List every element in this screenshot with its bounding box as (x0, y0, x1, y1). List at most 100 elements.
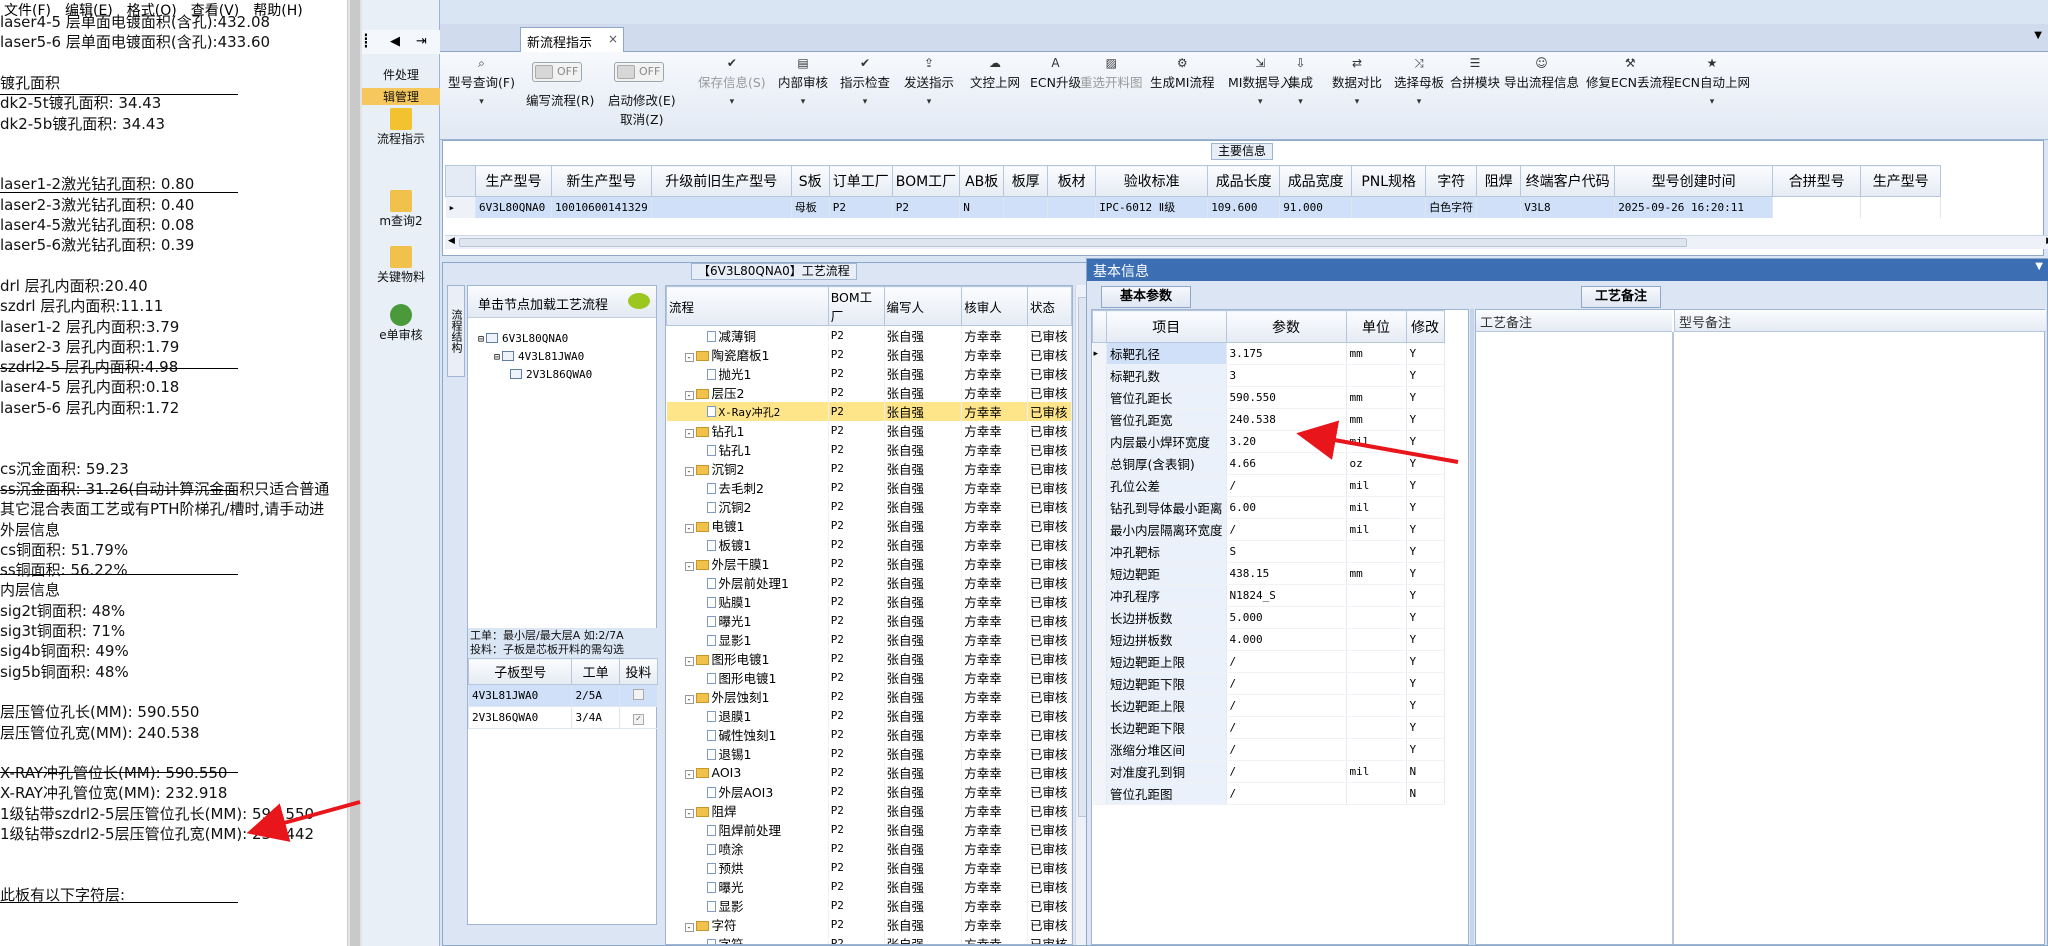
collapse-icon[interactable]: - (684, 467, 694, 476)
table-row[interactable]: - 钻孔1 P2 张自强 方幸幸 已审核 (666, 421, 1072, 440)
table-row[interactable]: 冲孔程序 N1824_S Y (1092, 584, 1445, 607)
param-value-cell[interactable]: / (1226, 782, 1347, 805)
toolbar-button[interactable]: ⤨ 选择母板 ▾ (1394, 56, 1444, 107)
status-cell[interactable]: 已审核 (1027, 611, 1072, 630)
sub-model-cell[interactable]: 2V3L86QWA0 (467, 706, 573, 729)
param-name-cell[interactable]: 总铜厚(含表铜) (1106, 452, 1227, 475)
collapse-icon[interactable]: ⊟ (494, 352, 500, 363)
writer-cell[interactable]: 张自强 (884, 877, 963, 896)
param-unit-cell[interactable]: mm (1346, 408, 1407, 431)
horizontal-scrollbar[interactable]: ◀ ▶ (445, 235, 2048, 249)
chevron-down-icon[interactable]: ▾ (448, 97, 515, 107)
table-row[interactable]: 对准度孔到铜 / mil N (1092, 760, 1445, 783)
chevron-down-icon[interactable]: ▾ (778, 97, 828, 107)
chevron-down-icon[interactable]: ▾ (840, 97, 890, 107)
column-header[interactable]: 生产型号 (1860, 165, 1942, 197)
flow-step-cell[interactable]: 板镀1 (666, 535, 829, 554)
writer-cell[interactable]: 张自强 (884, 421, 963, 440)
writer-cell[interactable]: 张自强 (884, 573, 963, 592)
status-cell[interactable]: 已审核 (1027, 896, 1072, 915)
writer-cell[interactable]: 张自强 (884, 383, 963, 402)
param-value-cell[interactable]: 3.20 (1226, 430, 1347, 453)
reviewer-cell[interactable]: 方幸幸 (961, 839, 1028, 858)
bom-factory-cell[interactable]: P2 (828, 421, 885, 440)
writer-cell[interactable]: 张自强 (884, 649, 963, 668)
reviewer-cell[interactable]: 方幸幸 (961, 858, 1028, 877)
status-cell[interactable]: 已审核 (1027, 516, 1072, 535)
flow-step-cell[interactable]: 显影 (666, 896, 829, 915)
bom-factory-cell[interactable]: P2 (828, 440, 885, 459)
param-unit-cell[interactable] (1346, 694, 1407, 717)
bom-factory-cell[interactable]: P2 (828, 478, 885, 497)
status-cell[interactable]: 已审核 (1027, 497, 1072, 516)
table-row[interactable]: - 沉铜2 P2 张自强 方幸幸 已审核 (666, 459, 1072, 478)
reviewer-cell[interactable]: 方幸幸 (961, 364, 1028, 383)
bom-factory-cell[interactable]: P2 (828, 820, 885, 839)
close-icon[interactable]: × (608, 32, 618, 46)
status-cell[interactable]: 已审核 (1027, 706, 1072, 725)
checkbox[interactable] (632, 689, 644, 700)
pin-icon[interactable]: ┋ (362, 34, 370, 49)
status-cell[interactable]: 已审核 (1027, 421, 1072, 440)
column-header[interactable]: BOM工厂 (891, 165, 961, 197)
bom-factory-cell[interactable]: P2 (828, 383, 885, 402)
column-header[interactable]: 子板型号 (467, 658, 573, 685)
chevron-down-icon[interactable]: ▾ (1394, 97, 1444, 107)
flow-step-cell[interactable]: 外层前处理1 (666, 573, 829, 592)
param-value-cell[interactable]: / (1226, 738, 1347, 761)
column-header[interactable]: 参数 (1225, 310, 1347, 343)
param-name-cell[interactable]: 管位孔距宽 (1106, 408, 1227, 431)
reviewer-cell[interactable]: 方幸幸 (961, 421, 1028, 440)
column-header[interactable]: BOM工厂 (827, 286, 885, 326)
flow-step-cell[interactable]: 阻焊前处理 (666, 820, 829, 839)
bom-factory-cell[interactable]: P2 (828, 801, 885, 820)
param-value-cell[interactable]: / (1226, 760, 1347, 783)
param-unit-cell[interactable]: mm (1346, 386, 1407, 409)
reviewer-cell[interactable]: 方幸幸 (961, 383, 1028, 402)
bom-factory-cell[interactable]: P2 (828, 611, 885, 630)
param-value-cell[interactable]: 6.00 (1226, 496, 1347, 519)
collapse-icon[interactable]: ⊟ (478, 334, 484, 345)
column-header[interactable]: 合拼型号 (1772, 165, 1862, 197)
collapse-icon[interactable]: - (684, 391, 694, 400)
flow-step-cell[interactable]: - AOI3 (666, 763, 829, 782)
chevron-down-icon[interactable]: ▾ (1228, 97, 1292, 107)
status-cell[interactable]: 已审核 (1027, 877, 1072, 896)
table-cell[interactable] (1351, 196, 1427, 218)
table-row[interactable]: 管位孔距宽 240.538 mm Y (1092, 408, 1445, 431)
table-row[interactable]: 显影1 P2 张自强 方幸幸 已审核 (666, 630, 1072, 649)
status-cell[interactable]: 已审核 (1027, 630, 1072, 649)
toggle-switch[interactable]: OFF (614, 62, 664, 82)
toolbar-button[interactable]: ✔ 保存信息(S) ▾ (698, 56, 766, 107)
param-name-cell[interactable]: 冲孔程序 (1106, 584, 1227, 607)
param-unit-cell[interactable] (1346, 782, 1407, 805)
column-header[interactable]: S板 (790, 165, 830, 197)
table-row[interactable]: 钻孔1 P2 张自强 方幸幸 已审核 (666, 440, 1072, 459)
toolbar-button[interactable]: ⚙ 生成MI流程 (1150, 56, 1214, 91)
bom-factory-cell[interactable]: P2 (828, 896, 885, 915)
param-value-cell[interactable]: 438.15 (1226, 562, 1347, 585)
param-name-cell[interactable]: 管位孔距长 (1106, 386, 1227, 409)
param-unit-cell[interactable]: oz (1346, 452, 1407, 475)
param-name-cell[interactable]: 长边靶距上限 (1106, 694, 1227, 717)
param-value-cell[interactable]: 4.66 (1226, 452, 1347, 475)
table-row[interactable]: 钻孔到导体最小距离 6.00 mil Y (1092, 496, 1445, 519)
bom-factory-cell[interactable]: P2 (828, 877, 885, 896)
status-cell[interactable]: 已审核 (1027, 801, 1072, 820)
collapse-icon[interactable]: - (684, 657, 694, 666)
nav-item[interactable]: 件处理 (362, 66, 440, 83)
param-modify-cell[interactable]: Y (1406, 430, 1445, 453)
param-modify-cell[interactable]: Y (1406, 342, 1445, 365)
param-modify-cell[interactable]: Y (1406, 650, 1445, 673)
table-row[interactable]: 外层前处理1 P2 张自强 方幸幸 已审核 (666, 573, 1072, 592)
bom-factory-cell[interactable]: P2 (828, 782, 885, 801)
checkbox[interactable]: ✓ (632, 714, 644, 725)
toolbar-button[interactable]: ☰ 合拼模块 (1450, 56, 1500, 91)
writer-cell[interactable]: 张自强 (884, 687, 963, 706)
table-row[interactable]: 曝光1 P2 张自强 方幸幸 已审核 (666, 611, 1072, 630)
param-name-cell[interactable]: 涨缩分堆区间 (1106, 738, 1227, 761)
table-row[interactable]: 阻焊前处理 P2 张自强 方幸幸 已审核 (666, 820, 1072, 839)
status-cell[interactable]: 已审核 (1027, 364, 1072, 383)
writer-cell[interactable]: 张自强 (884, 725, 963, 744)
reviewer-cell[interactable]: 方幸幸 (961, 459, 1028, 478)
